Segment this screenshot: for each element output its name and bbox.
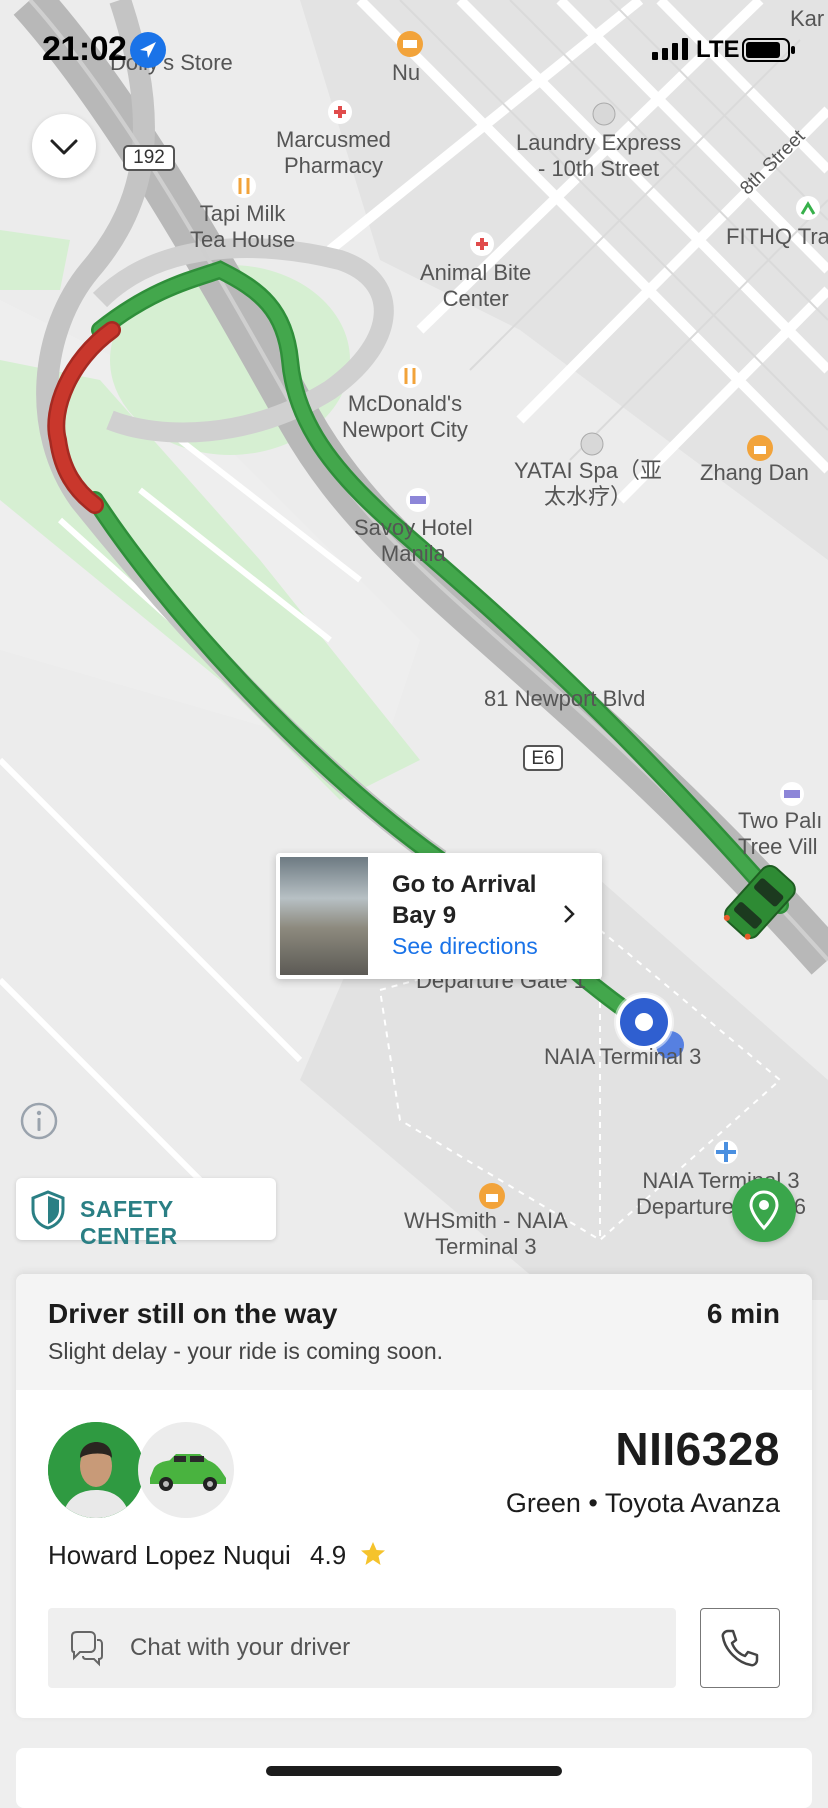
map-label: Two Palı Tree Vill [738,808,823,859]
location-pin-icon [749,1190,779,1231]
pickup-photo [280,857,368,975]
chevron-down-icon [50,139,78,155]
map-label: Savoy Hotel Manila [354,515,473,566]
license-plate: NII6328 [615,1423,780,1475]
callout-title: Go to Arrival Bay 9 [392,871,537,929]
eta-banner: Driver still on the way Slight delay - y… [16,1274,812,1390]
driver-status-title: Driver still on the way [48,1298,338,1329]
map-canvas [0,0,828,1300]
driver-info: Howard Lopez Nuqui 4.9 [48,1540,387,1571]
map-label: Laundry Express - 10th Street [516,130,682,181]
map-label: Tapi Milk Tea House [190,201,296,252]
battery-icon [742,38,796,67]
map-label: WHSmith - NAIA Terminal 3 [404,1208,568,1259]
info-icon [20,1102,58,1140]
shield-icon [31,1190,65,1230]
route-shield: 192 [133,147,165,168]
driver-rating: 4.9 [310,1540,347,1570]
eta-time: 6 min [706,1298,780,1329]
chat-bubble-icon [71,1631,103,1667]
safety-center-button[interactable]: SAFETY CENTER [16,1178,276,1249]
call-driver-button[interactable] [700,1608,780,1688]
map-label: Zhang Dan [700,460,809,485]
driver-avatar[interactable] [48,1422,144,1518]
map-label: 81 Newport Blvd [484,686,646,711]
map-label: McDonald's Newport City [342,391,468,442]
driver-status-subtitle: Slight delay - your ride is coming soon. [48,1338,444,1364]
phone-icon [721,1629,759,1667]
pickup-pin-button[interactable] [732,1178,796,1242]
status-time: 21:02 [42,30,127,68]
map-label: YATAI Spa（亚 太水疗） [514,458,662,509]
chevron-right-icon [562,903,576,932]
trip-sheet: Driver still on the way Slight delay - y… [16,1274,812,1718]
vehicle-description: Green • Toyota Avanza [505,1488,780,1518]
vehicle-thumbnail [138,1422,234,1518]
chat-placeholder: Chat with your driver [130,1634,351,1661]
map-label: Marcusmed Pharmacy [276,127,391,178]
network-type: LTE [696,36,740,63]
star-icon [361,1542,386,1565]
driver-name: Howard Lopez Nuqui [48,1540,291,1570]
car-icon [150,1454,226,1491]
location-arrow-icon [130,32,166,68]
route-shield: E6 [531,748,555,769]
home-indicator[interactable] [266,1766,562,1776]
safety-center-label: SAFETY CENTER [80,1196,178,1249]
map-label: Animal Bite Center [420,260,532,311]
map-label: FITHQ Tra [726,224,828,249]
see-directions-link[interactable]: See directions [392,933,538,960]
chat-input[interactable]: Chat with your driver [48,1608,676,1688]
map-view[interactable]: Dolly's Store Nu Kar Marcusmed Pharmacy … [0,0,828,1300]
collapse-button[interactable] [32,114,96,178]
status-bar: 21:02 LTE [0,0,828,100]
pickup-directions-callout[interactable]: Go to Arrival Bay 9 See directions [276,853,602,979]
map-label: NAIA Terminal 3 [544,1044,702,1069]
info-button[interactable] [20,1102,58,1140]
signal-icon [652,38,690,65]
next-sheet-peek [16,1748,812,1808]
